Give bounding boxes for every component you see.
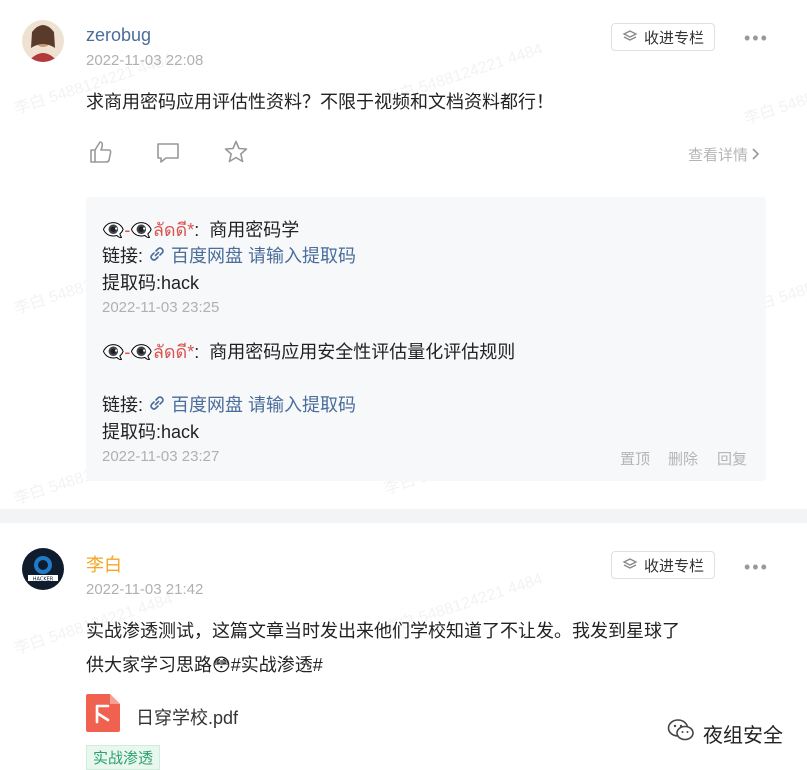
collect-button[interactable]: 收进专栏 <box>611 551 715 579</box>
post-content-line: 实战渗透测试，这篇文章当时发出来他们学校知道了不让发。我发到星球了 <box>86 621 680 641</box>
author-name[interactable]: 李白 <box>86 551 122 577</box>
stack-icon <box>622 28 638 46</box>
wechat-icon <box>667 718 695 748</box>
comment-sep: : <box>194 220 200 240</box>
post-time: 2022-11-03 21:42 <box>86 581 204 598</box>
comment-text: 👁️‍🗨️-👁️‍🗨️ลัดดี*: 商用密码学 <box>102 215 299 244</box>
chevron-right-icon <box>752 147 760 164</box>
brand-name: 夜组安全 <box>703 724 783 747</box>
post-zerobug: zerobug 2022-11-03 22:08 收进专栏 ••• 求商用密码应… <box>0 0 807 509</box>
view-detail-link[interactable]: 查看详情 <box>688 144 760 165</box>
comment-author[interactable]: 👁️‍🗨️-👁️‍🗨️ลัดดี* <box>102 342 194 362</box>
reply-button[interactable]: 回复 <box>717 448 747 469</box>
comments-box: 👁️‍🗨️-👁️‍🗨️ลัดดี*: 商用密码学 链接: 百度网盘 请输入提取码… <box>86 197 766 481</box>
baidu-link[interactable]: 百度网盘 请输入提取码 <box>171 395 356 415</box>
comment-author[interactable]: 👁️‍🗨️-👁️‍🗨️ลัดดี* <box>102 220 194 240</box>
comment-body: 商用密码应用安全性评估量化评估规则 <box>209 342 516 362</box>
attachment-filename[interactable]: 日穿学校.pdf <box>136 704 238 730</box>
collect-label: 收进专栏 <box>643 29 704 47</box>
post-content: 求商用密码应用评估性资料？不限于视频和文档资料都行！ <box>86 92 554 112</box>
more-icon[interactable]: ••• <box>744 28 769 49</box>
view-detail-label: 查看详情 <box>688 147 749 164</box>
svg-text:HACKER: HACKER <box>33 576 54 582</box>
avatar[interactable] <box>22 20 64 62</box>
post-divider <box>0 509 807 523</box>
link-icon <box>148 246 171 266</box>
star-icon[interactable] <box>223 139 249 170</box>
comment-code-line: 提取码:hack <box>102 422 200 442</box>
brand-watermark: 夜组安全 <box>667 718 783 748</box>
delete-button[interactable]: 删除 <box>668 448 698 469</box>
pdf-file-icon[interactable] <box>86 694 120 737</box>
comment-body: 商用密码学 <box>209 220 300 240</box>
post-time: 2022-11-03 22:08 <box>86 52 204 69</box>
stack-icon <box>622 556 638 574</box>
comment-sep: : <box>194 342 200 362</box>
collect-label: 收进专栏 <box>643 557 704 575</box>
comment-link-line: 链接: 百度网盘 请输入提取码 <box>102 391 356 417</box>
link-prefix: 链接: <box>102 246 149 266</box>
topic-tag[interactable]: 实战渗透 <box>86 745 161 770</box>
comment-time: 2022-11-03 23:27 <box>102 448 220 465</box>
comment-code-line: 提取码:hack <box>102 273 200 293</box>
comment-text: 👁️‍🗨️-👁️‍🗨️ลัดดี*: 商用密码应用安全性评估量化评估规则 <box>102 337 515 366</box>
pin-button[interactable]: 置顶 <box>620 448 650 469</box>
post-content-line: 供大家学习思路😳#实战渗透# <box>86 655 323 675</box>
comment-link-line: 链接: 百度网盘 请输入提取码 <box>102 242 356 268</box>
post-content: 实战渗透测试，这篇文章当时发出来他们学校知道了不让发。我发到星球了 供大家学习思… <box>86 614 786 682</box>
comment-icon[interactable] <box>155 140 181 171</box>
baidu-link[interactable]: 百度网盘 请输入提取码 <box>171 246 356 266</box>
link-prefix: 链接: <box>102 395 149 415</box>
author-name[interactable]: zerobug <box>86 25 151 46</box>
comment-time: 2022-11-03 23:25 <box>102 299 220 316</box>
link-icon <box>148 395 171 415</box>
collect-button[interactable]: 收进专栏 <box>611 23 715 51</box>
like-icon[interactable] <box>88 139 114 170</box>
more-icon[interactable]: ••• <box>744 557 769 578</box>
avatar[interactable]: HACKER <box>22 548 64 590</box>
